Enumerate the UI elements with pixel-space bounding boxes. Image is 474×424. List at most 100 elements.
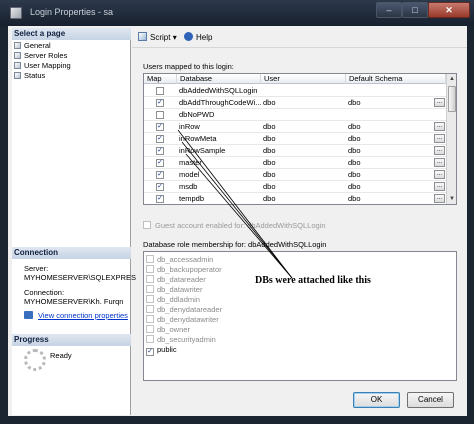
title-bar: Login Properties - sa – □ ✕	[0, 0, 474, 26]
user-cell[interactable]: dbo	[261, 121, 346, 133]
grid-scrollbar[interactable]: ▲ ▼	[446, 74, 456, 204]
guest-account-checkbox[interactable]	[143, 221, 151, 229]
role-item[interactable]: db_denydatawriter	[146, 315, 219, 325]
help-button[interactable]: Help	[184, 32, 212, 44]
scroll-down-icon[interactable]: ▼	[448, 195, 456, 203]
role-item[interactable]: db_denydatareader	[146, 305, 222, 315]
schema-cell[interactable]: dbo	[346, 121, 432, 133]
browse-schema-button[interactable]: ...	[434, 194, 445, 203]
map-checkbox[interactable]: ✓	[156, 99, 164, 107]
connection-properties-icon	[24, 311, 33, 319]
user-cell[interactable]	[261, 85, 346, 97]
view-connection-properties-link[interactable]: View connection properties	[38, 311, 128, 320]
database-cell: inRowSample	[179, 146, 226, 155]
role-checkbox[interactable]	[146, 265, 154, 273]
role-checkbox[interactable]	[146, 335, 154, 343]
role-checkbox[interactable]	[146, 305, 154, 313]
schema-cell[interactable]	[346, 109, 432, 121]
browse-schema-button[interactable]: ...	[434, 134, 445, 143]
user-cell[interactable]	[261, 109, 346, 121]
map-checkbox[interactable]: ✓	[156, 183, 164, 191]
role-item[interactable]: db_ddladmin	[146, 295, 200, 305]
page-item-general[interactable]: General	[14, 41, 51, 51]
role-name: db_datawriter	[157, 285, 203, 294]
user-cell[interactable]: dbo	[261, 97, 346, 109]
role-item[interactable]: db_securityadmin	[146, 335, 216, 345]
map-checkbox[interactable]: ✓	[156, 159, 164, 167]
schema-cell[interactable]	[346, 85, 432, 97]
scroll-thumb[interactable]	[448, 86, 456, 112]
role-item[interactable]: db_owner	[146, 325, 190, 335]
user-cell[interactable]: dbo	[261, 157, 346, 169]
table-row[interactable]: ✓ model dbo dbo...	[144, 169, 446, 181]
table-row[interactable]: ✓ msdb dbo dbo...	[144, 181, 446, 193]
map-checkbox[interactable]	[156, 111, 164, 119]
browse-schema-button[interactable]: ...	[434, 170, 445, 179]
table-row[interactable]: ✓ tempdb dbo dbo...	[144, 193, 446, 204]
map-checkbox[interactable]: ✓	[156, 195, 164, 203]
scroll-up-icon[interactable]: ▲	[448, 75, 456, 83]
schema-cell[interactable]: dbo	[346, 193, 432, 204]
schema-cell[interactable]: dbo	[346, 145, 432, 157]
database-cell: master	[179, 158, 202, 167]
role-checkbox[interactable]	[146, 275, 154, 283]
guest-account-option[interactable]: Guest account enabled for: dbAddedWithSQ…	[143, 221, 326, 230]
cancel-button[interactable]: Cancel	[407, 392, 454, 408]
user-cell[interactable]: dbo	[261, 169, 346, 181]
role-checkbox[interactable]	[146, 285, 154, 293]
role-membership-list: db_accessadmin db_backupoperator db_datare…	[143, 251, 457, 381]
role-checkbox[interactable]	[146, 255, 154, 263]
table-row[interactable]: dbNoPWD	[144, 109, 446, 121]
column-header-user[interactable]: User	[261, 74, 346, 84]
map-checkbox[interactable]: ✓	[156, 147, 164, 155]
role-item[interactable]: db_accessadmin	[146, 255, 213, 265]
map-checkbox[interactable]: ✓	[156, 123, 164, 131]
role-checkbox[interactable]	[146, 325, 154, 333]
browse-schema-button[interactable]: ...	[434, 122, 445, 131]
page-item-user-mapping[interactable]: User Mapping	[14, 61, 71, 71]
page-item-status[interactable]: Status	[14, 71, 45, 81]
help-icon	[184, 32, 193, 41]
role-checkbox[interactable]: ✓	[146, 348, 154, 356]
map-checkbox[interactable]	[156, 87, 164, 95]
role-item[interactable]: db_datareader	[146, 275, 206, 285]
schema-cell[interactable]: dbo	[346, 169, 432, 181]
table-row[interactable]: ✓ master dbo dbo...	[144, 157, 446, 169]
script-button[interactable]: Script ▾	[138, 32, 177, 44]
window-icon	[10, 7, 22, 19]
ok-button[interactable]: OK	[353, 392, 400, 408]
progress-spinner-icon	[24, 349, 46, 371]
role-item[interactable]: db_backupoperator	[146, 265, 222, 275]
column-header-default-schema[interactable]: Default Schema	[346, 74, 446, 84]
browse-schema-button[interactable]: ...	[434, 98, 445, 107]
user-cell[interactable]: dbo	[261, 133, 346, 145]
browse-schema-button[interactable]: ...	[434, 146, 445, 155]
schema-cell[interactable]: dbo	[346, 133, 432, 145]
column-header-map[interactable]: Map	[144, 74, 177, 84]
schema-cell[interactable]: dbo	[346, 181, 432, 193]
table-row[interactable]: ✓ inRow dbo dbo...	[144, 121, 446, 133]
role-item[interactable]: db_datawriter	[146, 285, 202, 295]
map-checkbox[interactable]: ✓	[156, 171, 164, 179]
maximize-button[interactable]: □	[402, 2, 428, 18]
schema-cell[interactable]: dbo	[346, 157, 432, 169]
role-item[interactable]: ✓ public	[146, 345, 177, 356]
user-cell[interactable]: dbo	[261, 181, 346, 193]
user-cell[interactable]: dbo	[261, 193, 346, 204]
table-row[interactable]: ✓ inRowMeta dbo dbo...	[144, 133, 446, 145]
browse-schema-button[interactable]: ...	[434, 182, 445, 191]
map-checkbox[interactable]: ✓	[156, 135, 164, 143]
close-button[interactable]: ✕	[428, 2, 470, 18]
table-row[interactable]: ✓ inRowSample dbo dbo...	[144, 145, 446, 157]
role-name: db_accessadmin	[157, 255, 214, 264]
user-cell[interactable]: dbo	[261, 145, 346, 157]
minimize-button[interactable]: –	[376, 2, 402, 18]
browse-schema-button[interactable]: ...	[434, 158, 445, 167]
role-checkbox[interactable]	[146, 295, 154, 303]
page-item-server-roles[interactable]: Server Roles	[14, 51, 67, 61]
table-row[interactable]: ✓ dbAddThroughCodeWi... dbo dbo...	[144, 97, 446, 109]
role-checkbox[interactable]	[146, 315, 154, 323]
schema-cell[interactable]: dbo	[346, 97, 432, 109]
table-row[interactable]: dbAddedWithSQLLogin	[144, 85, 446, 97]
column-header-database[interactable]: Database	[177, 74, 261, 84]
